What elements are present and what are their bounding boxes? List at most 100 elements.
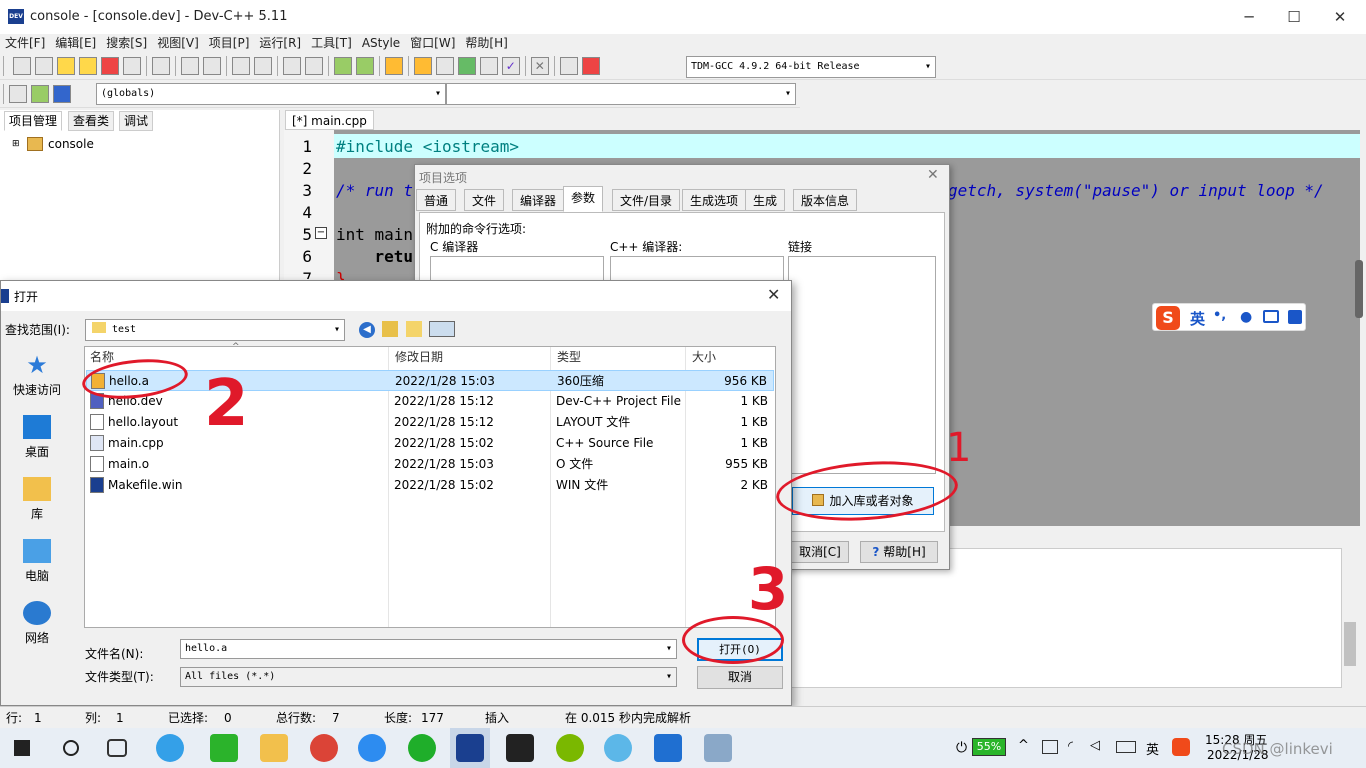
goto-icon[interactable] <box>282 57 301 75</box>
tree-item-console[interactable]: console <box>48 137 94 151</box>
keyboard-icon[interactable] <box>1116 741 1136 753</box>
menu-search[interactable]: 搜索[S] <box>101 34 152 52</box>
look-in-select[interactable]: test ▾ <box>85 319 345 341</box>
menu-project[interactable]: 项目[P] <box>204 34 255 52</box>
volume-icon[interactable]: ◁ <box>1090 738 1100 753</box>
devcpp-taskbar-icon[interactable] <box>456 734 484 762</box>
tab-general[interactable]: 普通 <box>416 189 457 211</box>
function-select[interactable]: ▾ <box>446 83 796 105</box>
up-folder-icon[interactable] <box>382 321 398 337</box>
toolbox-icon[interactable] <box>1288 310 1302 324</box>
chart-icon[interactable] <box>559 57 578 75</box>
tab-parameters[interactable]: 参数 <box>563 186 604 212</box>
toggle-icon[interactable] <box>31 85 49 103</box>
ime-punct[interactable]: •, <box>1213 308 1226 323</box>
search-app-icon[interactable] <box>358 734 386 762</box>
menu-help[interactable]: 帮助[H] <box>460 34 512 52</box>
rebuild-icon[interactable] <box>479 57 498 75</box>
place-desktop[interactable]: 桌面 <box>7 415 67 460</box>
window-app-icon[interactable] <box>654 734 682 762</box>
print-icon[interactable] <box>151 57 170 75</box>
save-all-icon[interactable] <box>78 57 97 75</box>
place-computer[interactable]: 电脑 <box>7 539 67 584</box>
gear-app-icon[interactable] <box>604 734 632 762</box>
debug-icon[interactable] <box>581 57 600 75</box>
tab-project[interactable]: 项目管理 <box>4 111 63 131</box>
close-icon[interactable]: ✕ <box>1325 6 1355 28</box>
bookmark-icon[interactable] <box>304 57 323 75</box>
menu-edit[interactable]: 编辑[E] <box>50 34 101 52</box>
device-icon[interactable] <box>1042 740 1058 754</box>
file-row-hello-a[interactable]: hello.a 2022/1/28 15:03 360压缩 956 KB <box>86 370 774 391</box>
search-icon[interactable] <box>63 740 79 756</box>
menu-file[interactable]: 文件[F] <box>0 34 50 52</box>
filename-input[interactable]: hello.a ▾ <box>180 639 677 659</box>
output-scrollbar[interactable] <box>1342 548 1358 688</box>
chevron-up-icon[interactable]: ^ <box>1018 738 1029 753</box>
mic-icon[interactable]: ● <box>1240 309 1252 325</box>
undo-icon[interactable] <box>180 57 199 75</box>
tab-build-options[interactable]: 生成选项 <box>682 189 747 211</box>
wifi-icon[interactable]: ◜ <box>1068 739 1073 754</box>
save-icon[interactable] <box>56 57 75 75</box>
close-file-icon[interactable] <box>100 57 119 75</box>
find-icon[interactable] <box>231 57 250 75</box>
globals-select[interactable]: (globals) ▾ <box>96 83 446 105</box>
linker-textarea[interactable] <box>788 256 936 474</box>
close-icon[interactable]: ✕ <box>767 285 780 304</box>
insert-icon[interactable] <box>9 85 27 103</box>
wechat-icon[interactable] <box>210 734 238 762</box>
chrome-icon[interactable] <box>310 734 338 762</box>
remove-from-project-icon[interactable] <box>355 57 374 75</box>
remote-app-icon[interactable] <box>704 734 732 762</box>
tab-debug[interactable]: 调试 <box>119 111 154 131</box>
tab-main-cpp[interactable]: [*] main.cpp <box>285 110 374 130</box>
menu-tools[interactable]: 工具[T] <box>306 34 357 52</box>
replace-icon[interactable] <box>253 57 272 75</box>
compile-icon[interactable] <box>413 57 432 75</box>
security-app-icon[interactable] <box>408 734 436 762</box>
place-libraries[interactable]: 库 <box>7 477 67 522</box>
menu-run[interactable]: 运行[R] <box>254 34 306 52</box>
tab-build[interactable]: 生成 <box>745 189 786 211</box>
goto-line-icon[interactable] <box>53 85 71 103</box>
task-view-icon[interactable] <box>107 739 127 757</box>
editor-scrollbar[interactable] <box>1355 260 1363 318</box>
column-size[interactable]: 大小 <box>692 347 716 368</box>
sogou-tray-icon[interactable] <box>1172 738 1190 756</box>
run-icon[interactable] <box>435 57 454 75</box>
expand-icon[interactable]: ⊞ <box>12 139 20 149</box>
close-icon[interactable]: ✕ <box>927 167 939 183</box>
new-file-icon[interactable] <box>12 57 31 75</box>
column-date[interactable]: 修改日期 <box>395 347 443 368</box>
battery-indicator[interactable]: 55% <box>972 738 1006 756</box>
minimize-icon[interactable]: ─ <box>1234 6 1264 28</box>
project-options-icon[interactable] <box>384 57 403 75</box>
maximize-icon[interactable]: ☐ <box>1279 6 1309 28</box>
view-menu-icon[interactable] <box>429 321 455 337</box>
ime-toolbar[interactable]: S 英 •, ● <box>1152 303 1306 331</box>
add-to-project-icon[interactable] <box>333 57 352 75</box>
input-lang[interactable]: 英 <box>1146 739 1159 758</box>
bird-app-icon[interactable] <box>506 734 534 762</box>
close-all-icon[interactable] <box>122 57 141 75</box>
check-icon[interactable]: ✓ <box>501 57 520 75</box>
output-scroll-thumb[interactable] <box>1344 622 1356 666</box>
back-icon[interactable]: ◀ <box>359 322 375 338</box>
pinwheel-app-icon[interactable] <box>156 734 184 762</box>
tab-files[interactable]: 文件 <box>464 189 505 211</box>
filetype-select[interactable]: All files (*.*) ▾ <box>180 667 677 687</box>
keyboard-icon[interactable] <box>1263 310 1279 323</box>
file-row-makefile[interactable]: Makefile.win 2022/1/28 15:02 WIN 文件 2 KB <box>86 475 774 496</box>
menu-window[interactable]: 窗口[W] <box>405 34 460 52</box>
stop-icon[interactable]: ✕ <box>530 57 549 75</box>
place-network[interactable]: 网络 <box>7 601 67 646</box>
tab-classes[interactable]: 查看类 <box>68 111 115 131</box>
file-row-hello-layout[interactable]: hello.layout 2022/1/28 15:12 LAYOUT 文件 1… <box>86 412 774 433</box>
file-row-main-o[interactable]: main.o 2022/1/28 15:03 O 文件 955 KB <box>86 454 774 475</box>
file-row-main-cpp[interactable]: main.cpp 2022/1/28 15:02 C++ Source File… <box>86 433 774 454</box>
cancel-button[interactable]: 取消 <box>697 666 783 689</box>
file-row-hello-dev[interactable]: hello.dev 2022/1/28 15:12 Dev-C++ Projec… <box>86 391 774 412</box>
fold-icon[interactable]: − <box>315 227 327 239</box>
cancel-button[interactable]: 取消[C] <box>791 541 849 563</box>
